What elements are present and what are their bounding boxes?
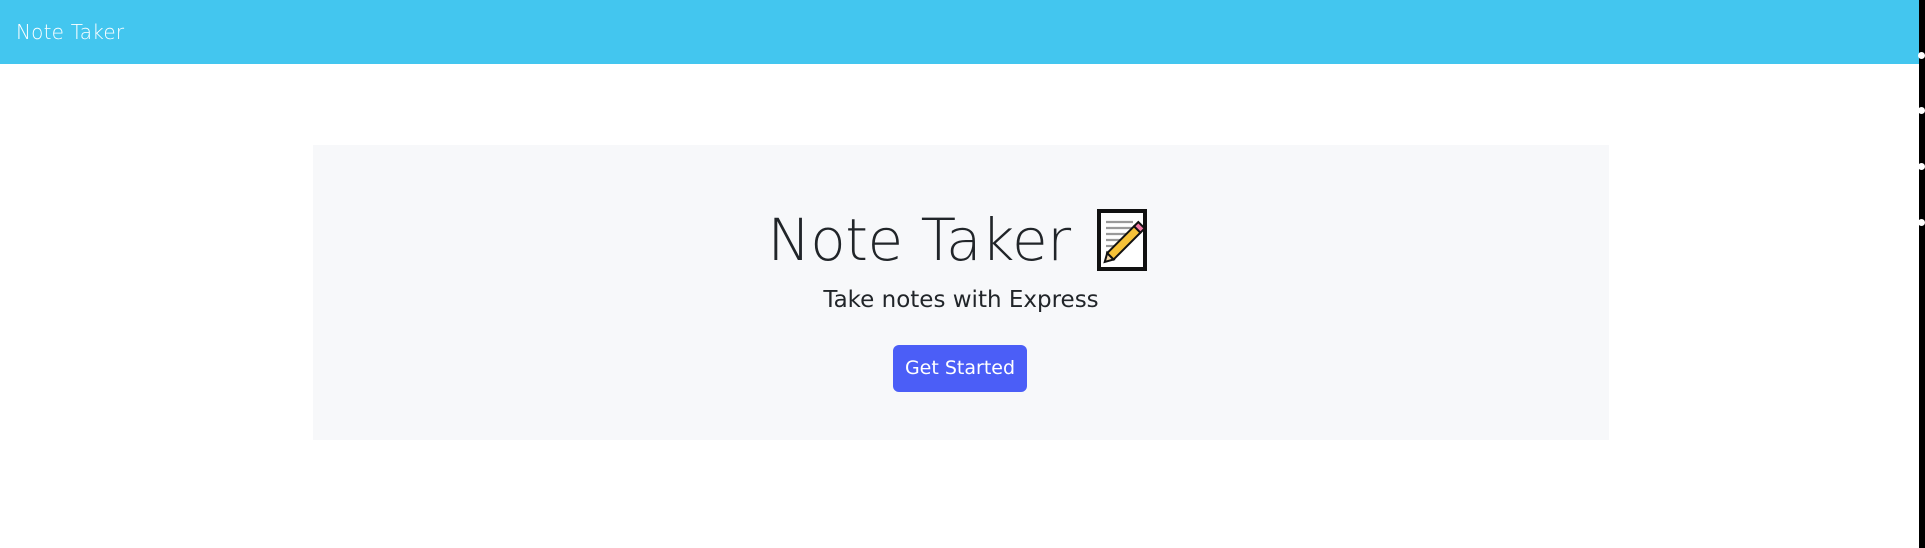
scroll-marker-icon [1918, 163, 1925, 170]
page: Note Taker Note Taker Take notes with Ex… [0, 0, 1925, 548]
navbar-brand-link[interactable]: Note Taker [16, 20, 124, 44]
memo-icon [1089, 206, 1155, 274]
hero-jumbotron: Note Taker Take notes with Express Get S… [313, 145, 1609, 440]
hero-title: Note Taker [767, 206, 1071, 274]
scroll-marker-icon [1918, 107, 1925, 114]
scrollbar[interactable] [1919, 0, 1925, 548]
scroll-marker-icon [1918, 219, 1925, 226]
navbar: Note Taker [0, 0, 1924, 64]
hero-subtitle: Take notes with Express [823, 287, 1099, 313]
scroll-marker-icon [1918, 52, 1925, 59]
get-started-button[interactable]: Get Started [893, 345, 1027, 392]
hero-heading: Note Taker [313, 200, 1609, 280]
